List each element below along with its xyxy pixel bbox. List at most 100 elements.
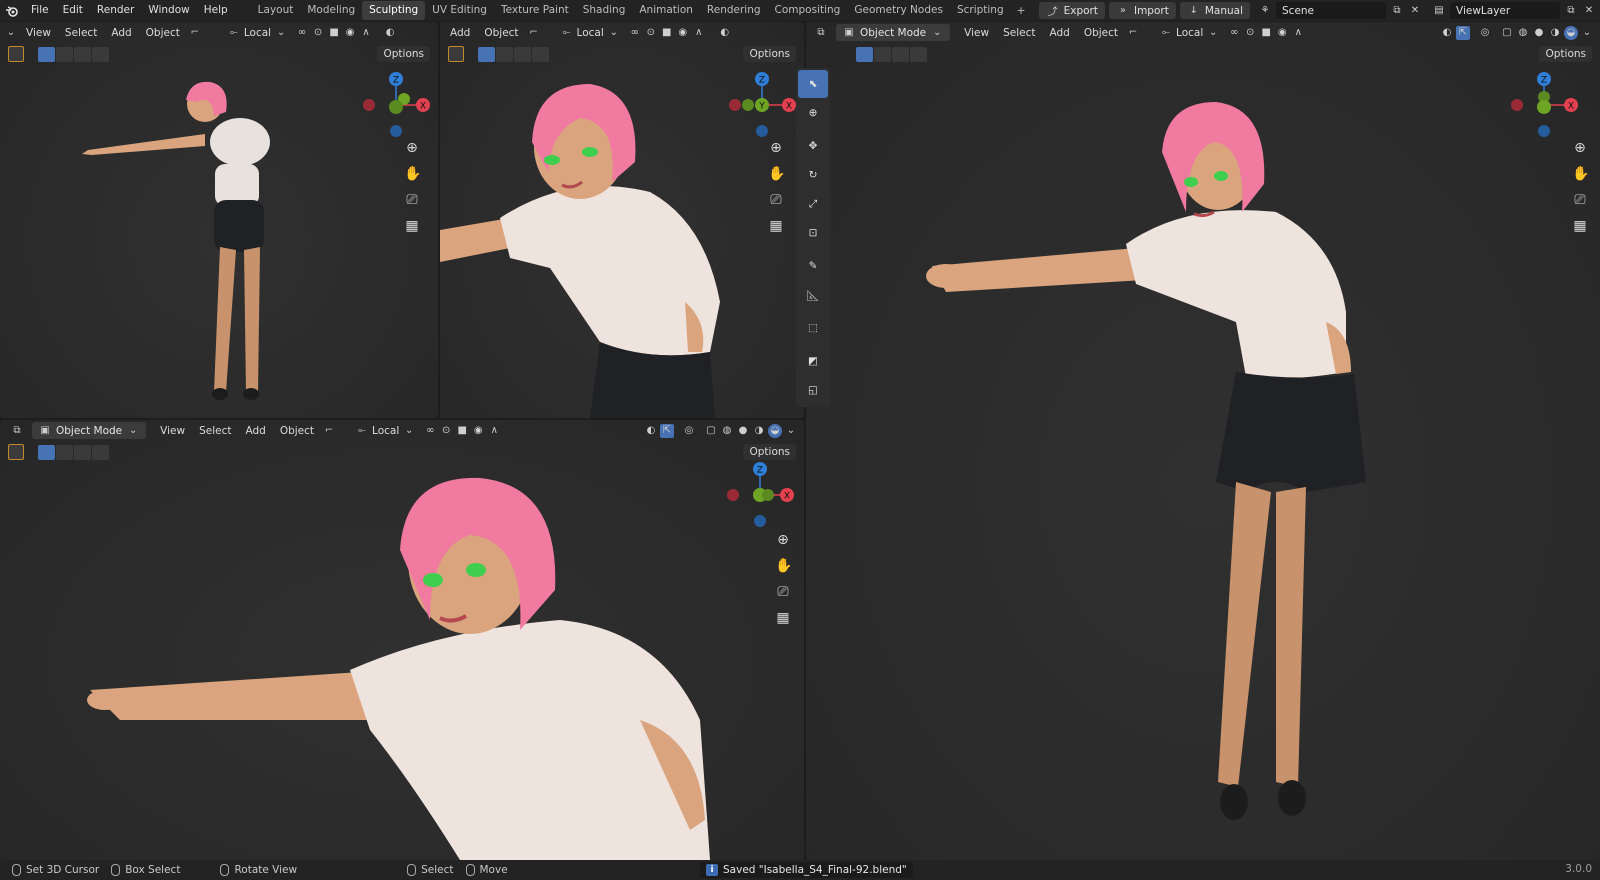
pivot-icon[interactable]: ∞ <box>628 26 642 40</box>
snap-icon[interactable]: ⊙ <box>1243 26 1257 40</box>
editor-type-icon[interactable]: ⧉ <box>814 26 828 40</box>
zoom-icon[interactable]: ⊕ <box>768 140 784 156</box>
rendered-shading-icon[interactable]: ◒ <box>1564 25 1578 40</box>
grid-perspective-icon[interactable]: ▦ <box>775 610 791 626</box>
wireframe-shading-icon[interactable]: ◍ <box>1516 26 1530 40</box>
tab-rendering[interactable]: Rendering <box>700 1 768 20</box>
falloff-icon[interactable]: ∧ <box>1291 26 1305 40</box>
zoom-icon[interactable]: ⊕ <box>1572 140 1588 156</box>
menu-select[interactable]: Select <box>193 425 237 437</box>
overlay-icon[interactable]: ◎ <box>682 424 696 438</box>
transform-icon[interactable]: ⌐ <box>322 424 336 438</box>
proportional-icon[interactable]: ◉ <box>471 424 485 438</box>
extra-tool-2[interactable]: ◱ <box>798 376 828 404</box>
wireframe-shading-icon[interactable]: ◍ <box>720 424 734 438</box>
select-extend-button[interactable] <box>496 46 513 62</box>
character-model[interactable] <box>0 420 804 860</box>
tab-uv-editing[interactable]: UV Editing <box>425 1 494 20</box>
active-tool-icon[interactable] <box>8 46 24 62</box>
delete-viewlayer-icon[interactable]: ✕ <box>1582 4 1596 18</box>
select-subtract-button[interactable] <box>514 46 531 62</box>
camera-icon[interactable]: ⎚ <box>775 584 791 600</box>
options-dropdown[interactable]: Options <box>1539 46 1592 62</box>
menu-object[interactable]: Object <box>1078 27 1124 39</box>
cursor-tool[interactable]: ⊕ <box>798 99 828 127</box>
import-button[interactable]: » Import <box>1108 2 1176 19</box>
select-intersect-button[interactable] <box>92 444 109 460</box>
xray-icon[interactable]: ▢ <box>1500 26 1514 40</box>
rendered-shading-icon[interactable]: ◒ <box>768 423 782 438</box>
transform-icon[interactable]: ⌐ <box>527 26 541 40</box>
add-cube-tool[interactable]: ⬚ <box>798 314 828 342</box>
menu-object[interactable]: Object <box>274 425 320 437</box>
chevron-down-icon[interactable]: ⌄ <box>1580 26 1594 40</box>
transform-icon[interactable]: ⌐ <box>188 26 202 40</box>
editor-type-icon[interactable]: ⧉ <box>10 424 24 438</box>
solid-shading-icon[interactable]: ● <box>1532 26 1546 40</box>
select-intersect-button[interactable] <box>532 46 549 62</box>
gizmo-toggle-icon[interactable]: ⇱ <box>660 423 674 438</box>
camera-icon[interactable]: ⎚ <box>1572 192 1588 208</box>
proportional-icon[interactable]: ◉ <box>676 26 690 40</box>
xray-icon[interactable]: ▢ <box>704 424 718 438</box>
viewport-bottom-left[interactable]: ⧉ ▣ Object Mode ⌄ View Select Add Object… <box>0 420 804 860</box>
pivot-icon[interactable]: ∞ <box>295 26 309 40</box>
scale-tool[interactable]: ⤢ <box>798 190 828 218</box>
shading-square-icon[interactable]: ■ <box>660 26 674 40</box>
transform-orientation-dropdown[interactable]: ⟜ Local ⌄ <box>350 422 421 439</box>
rotate-tool[interactable]: ↻ <box>798 161 828 189</box>
menu-render[interactable]: Render <box>90 0 141 21</box>
menu-object[interactable]: Object <box>478 27 524 39</box>
add-workspace-button[interactable]: + <box>1011 5 1032 17</box>
proportional-icon[interactable]: ◉ <box>1275 26 1289 40</box>
camera-icon[interactable]: ⎚ <box>404 192 420 208</box>
select-subtract-button[interactable] <box>74 46 91 62</box>
menu-add[interactable]: Add <box>1043 27 1075 39</box>
grid-perspective-icon[interactable]: ▦ <box>768 218 784 234</box>
select-new-button[interactable] <box>856 46 873 62</box>
manual-button[interactable]: ↓ Manual <box>1179 2 1250 19</box>
visibility-icon[interactable]: ◐ <box>1440 26 1454 40</box>
overlay-icon[interactable]: ◎ <box>1478 26 1492 40</box>
select-new-button[interactable] <box>38 444 55 460</box>
falloff-icon[interactable]: ∧ <box>487 424 501 438</box>
tab-geometry-nodes[interactable]: Geometry Nodes <box>847 1 950 20</box>
pan-hand-icon[interactable]: ✋ <box>775 558 792 574</box>
gizmo-toggle-icon[interactable]: ⇱ <box>1456 25 1470 40</box>
collapse-icon[interactable]: ⌄ <box>4 26 18 40</box>
select-subtract-button[interactable] <box>892 46 909 62</box>
options-dropdown[interactable]: Options <box>743 46 796 62</box>
tab-scripting[interactable]: Scripting <box>950 1 1011 20</box>
menu-select[interactable]: Select <box>59 27 103 39</box>
transform-tool[interactable]: ⊡ <box>798 219 828 247</box>
saved-notification[interactable]: i Saved "Isabella_S4_Final-92.blend" <box>700 862 913 878</box>
falloff-icon[interactable]: ∧ <box>359 26 373 40</box>
menu-view[interactable]: View <box>20 27 57 39</box>
blender-logo-icon[interactable] <box>0 0 24 21</box>
move-tool[interactable]: ✥ <box>798 132 828 160</box>
tab-shading[interactable]: Shading <box>576 1 633 20</box>
character-model[interactable] <box>806 22 1600 860</box>
visibility-icon[interactable]: ◐ <box>383 26 397 40</box>
select-box-tool[interactable]: ⬉ <box>798 70 828 98</box>
pan-hand-icon[interactable]: ✋ <box>1572 166 1589 182</box>
select-intersect-button[interactable] <box>910 46 927 62</box>
active-tool-icon[interactable] <box>448 46 464 62</box>
tab-sculpting[interactable]: Sculpting <box>362 1 426 20</box>
tab-modeling[interactable]: Modeling <box>300 1 362 20</box>
annotate-tool[interactable]: ✎ <box>798 252 828 280</box>
select-extend-button[interactable] <box>56 444 73 460</box>
transform-orientation-dropdown[interactable]: ⟜ Local ⌄ <box>222 24 293 41</box>
scene-selector[interactable]: Scene <box>1276 2 1386 19</box>
zoom-icon[interactable]: ⊕ <box>775 532 791 548</box>
new-scene-icon[interactable]: ⧉ <box>1390 4 1404 18</box>
select-subtract-button[interactable] <box>74 444 91 460</box>
navigation-gizmo[interactable]: Z X <box>720 460 800 530</box>
tab-layout[interactable]: Layout <box>251 1 301 20</box>
extra-tool-1[interactable]: ◩ <box>798 347 828 375</box>
export-button[interactable]: ⤴ Export <box>1038 2 1105 19</box>
pan-hand-icon[interactable]: ✋ <box>768 166 785 182</box>
viewlayer-icon[interactable]: ▤ <box>1432 4 1446 18</box>
options-dropdown[interactable]: Options <box>743 444 796 460</box>
pivot-icon[interactable]: ∞ <box>1227 26 1241 40</box>
